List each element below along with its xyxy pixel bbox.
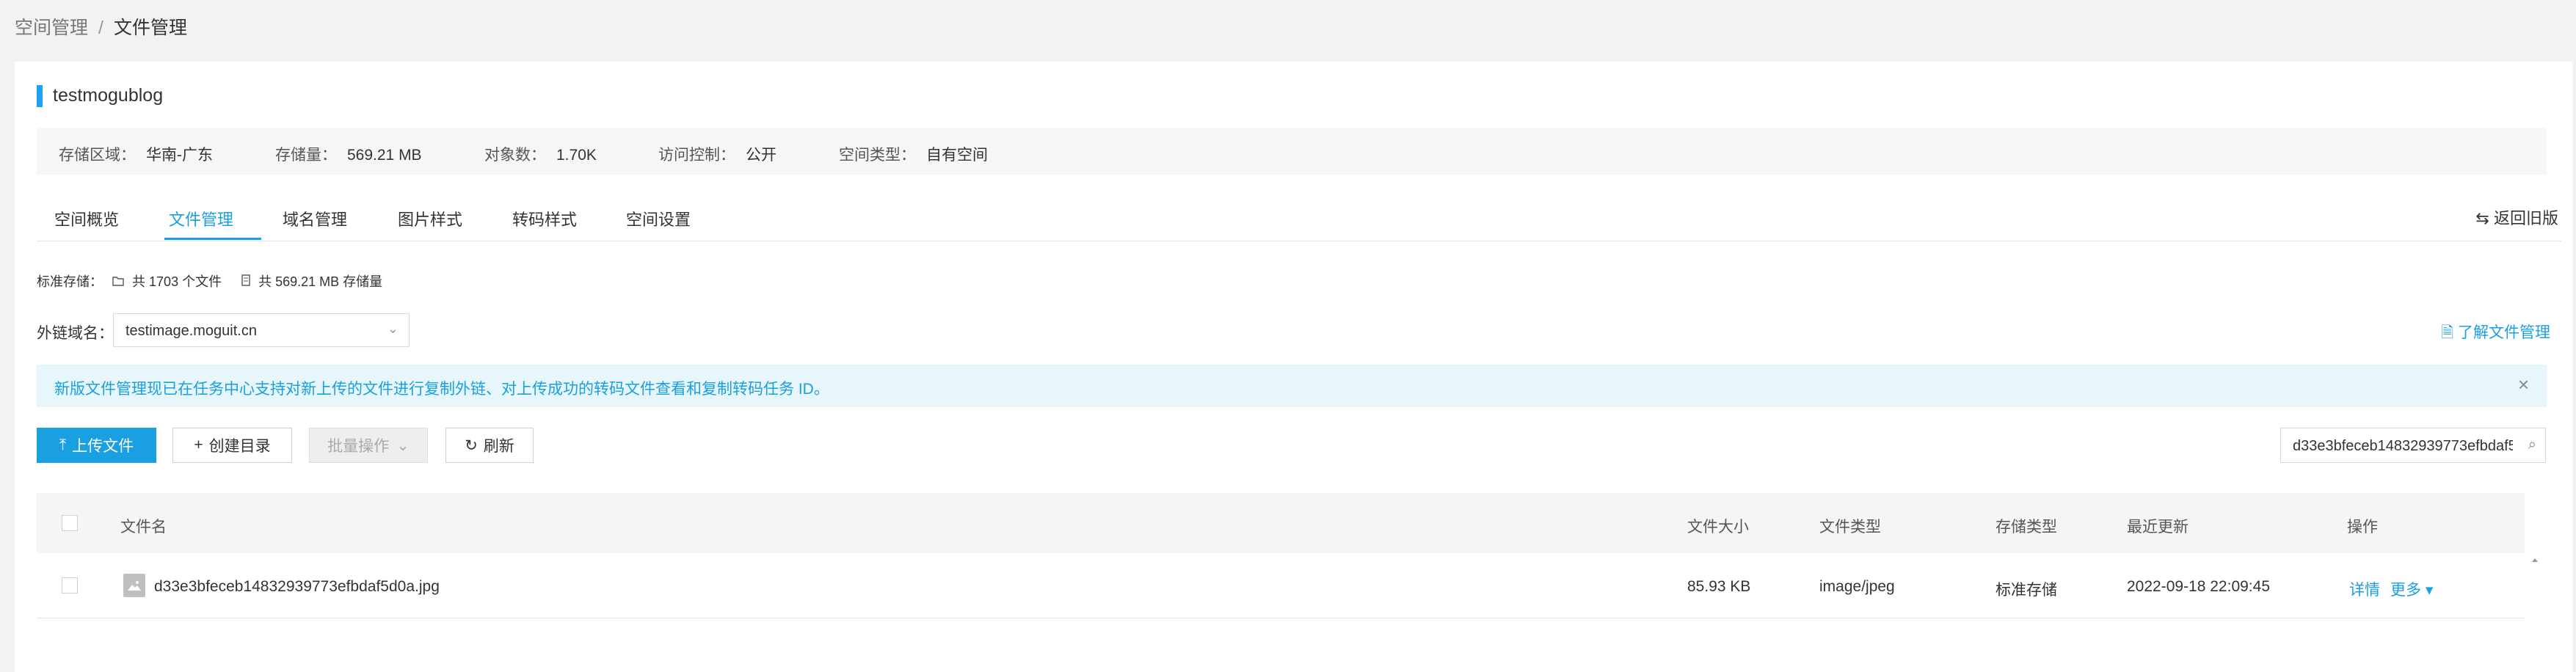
chevron-down-icon: ⌄ [396, 437, 410, 454]
table-header: 文件名 文件大小 文件类型 存储类型 最近更新 操作 [37, 493, 2525, 553]
mkdir-label: 创建目录 [208, 438, 271, 455]
back-to-old-version-link[interactable]: ⇆ 返回旧版 [2475, 205, 2558, 229]
notice-banner: 新版文件管理现已在任务中心支持对新上传的文件进行复制外链、对上传成功的转码文件查… [37, 365, 2547, 407]
column-header-type: 文件类型 [1819, 519, 1881, 536]
batch-operation-button[interactable]: 批量操作 ⌄ [309, 428, 428, 463]
upload-icon: ⤒ [59, 437, 67, 453]
space-name: testmogublog [53, 85, 164, 106]
document-icon: 🗎 [2441, 324, 2454, 341]
column-header-operations: 操作 [2347, 519, 2378, 536]
folder-icon [112, 274, 128, 289]
space-stats-bar: 存储区域： 华南-广东 存储量： 569.21 MB 对象数： 1.70K 访问控制：… [37, 128, 2547, 175]
refresh-icon: ↻ [465, 437, 478, 454]
stat-region: 存储区域： 华南-广东 [59, 147, 213, 164]
learn-link-label: 了解文件管理 [2458, 324, 2550, 341]
domain-select-value: testimage.moguit.cn [125, 323, 257, 339]
swap-icon: ⇆ [2475, 209, 2489, 227]
file-type: image/jpeg [1819, 578, 1895, 595]
file-size: 85.93 KB [1687, 578, 1751, 595]
stat-space-type: 空间类型： 自有空间 [839, 147, 988, 164]
tab-file-management[interactable]: 文件管理 [169, 207, 233, 230]
caret-down-icon: ▾ [2425, 582, 2434, 599]
breadcrumb: 空间管理 / 文件管理 [15, 13, 187, 40]
column-header-name: 文件名 [120, 519, 167, 536]
storage-info-label: 标准存储： [37, 274, 103, 289]
main-panel: testmogublog 存储区域： 华南-广东 存储量： 569.21 MB 对象… [15, 62, 2572, 672]
breadcrumb-separator: / [98, 18, 103, 38]
detail-link[interactable]: 详情 [2349, 578, 2380, 600]
column-header-size: 文件大小 [1687, 519, 1749, 536]
upload-file-button[interactable]: ⤒ 上传文件 [37, 428, 156, 463]
notice-text: 新版文件管理现已在任务中心支持对新上传的文件进行复制外链、对上传成功的转码文件查… [54, 381, 829, 398]
search-icon: ⌕ [2528, 437, 2536, 453]
more-dropdown[interactable]: 更多 ▾ [2390, 578, 2433, 600]
active-tab-indicator [164, 238, 261, 240]
domain-select[interactable]: testimage.moguit.cn ⌄ [113, 313, 410, 347]
select-all-checkbox[interactable] [62, 515, 78, 531]
back-old-label: 返回旧版 [2493, 209, 2558, 227]
more-label: 更多 [2390, 582, 2421, 599]
row-checkbox[interactable] [62, 577, 78, 594]
table-scrollbar[interactable] [2525, 553, 2545, 663]
tab-bar: 空间概览 文件管理 域名管理 图片样式 转码样式 空间设置 ⇆ 返回旧版 [37, 194, 2561, 241]
storage-size: 共 569.21 MB 存储量 [258, 274, 383, 289]
tab-domain-management[interactable]: 域名管理 [283, 207, 347, 230]
stat-storage: 存储量： 569.21 MB [275, 147, 422, 164]
search-input[interactable]: d33e3bfeceb14832939773efbdaf5d0a.jpg ⌕ [2280, 428, 2546, 463]
storage-info: 标准存储： 共 1703 个文件 共 569.21 MB 存储量 [37, 271, 382, 291]
refresh-label: 刷新 [483, 438, 514, 455]
breadcrumb-current: 文件管理 [113, 18, 187, 38]
last-updated: 2022-09-18 22:09:45 [2127, 578, 2270, 595]
storage-type: 标准存储 [1995, 582, 2057, 599]
close-icon[interactable]: × [2518, 373, 2529, 396]
tab-transcode-styles[interactable]: 转码样式 [512, 207, 577, 230]
domain-label: 外链域名： [37, 325, 114, 342]
upload-label: 上传文件 [72, 438, 134, 455]
tab-space-settings[interactable]: 空间设置 [626, 207, 691, 230]
plus-icon: + [194, 437, 203, 453]
file-count: 共 1703 个文件 [132, 274, 222, 289]
breadcrumb-parent-link[interactable]: 空间管理 [15, 18, 88, 38]
tab-overview[interactable]: 空间概览 [54, 207, 119, 230]
batch-label: 批量操作 [327, 438, 390, 455]
image-file-icon [123, 574, 145, 597]
title-accent-bar [37, 85, 43, 107]
tab-image-styles[interactable]: 图片样式 [398, 207, 462, 230]
create-directory-button[interactable]: + 创建目录 [172, 428, 292, 463]
column-header-storage: 存储类型 [1995, 519, 2057, 536]
search-value: d33e3bfeceb14832939773efbdaf5d0a.jpg [2293, 438, 2513, 454]
chevron-down-icon: ⌄ [387, 321, 399, 336]
stat-access: 访问控制： 公开 [658, 147, 776, 164]
stat-objects: 对象数： 1.70K [484, 147, 597, 164]
file-name-link[interactable]: d33e3bfeceb14832939773efbdaf5d0a.jpg [154, 578, 440, 596]
column-header-updated: 最近更新 [2127, 519, 2188, 536]
learn-file-management-link[interactable]: 🗎 了解文件管理 [2441, 321, 2550, 348]
refresh-button[interactable]: ↻ 刷新 [445, 428, 534, 463]
storage-icon [241, 274, 254, 289]
table-row[interactable]: d33e3bfeceb14832939773efbdaf5d0a.jpg 85.… [37, 553, 2525, 618]
